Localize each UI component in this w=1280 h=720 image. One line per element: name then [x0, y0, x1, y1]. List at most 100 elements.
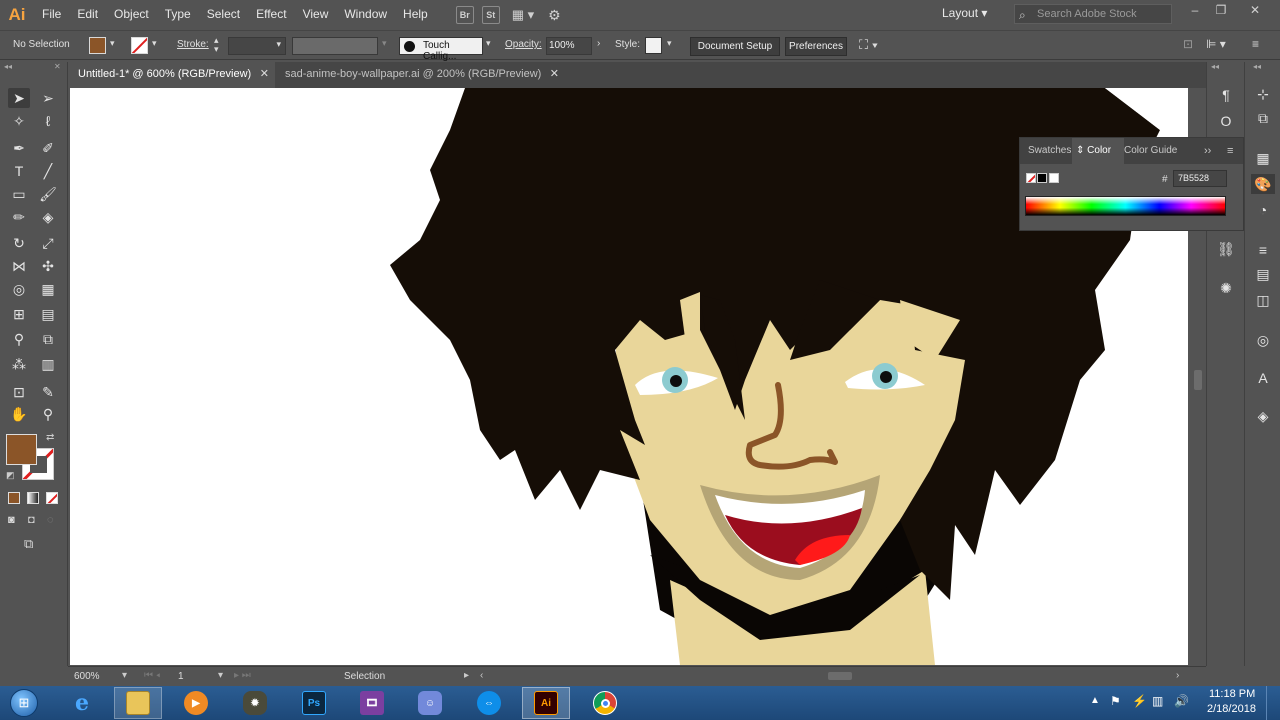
default-fill-stroke-icon[interactable]: ◩	[6, 470, 15, 481]
slice-tool-icon[interactable]: ✎	[37, 382, 59, 402]
workspace-switcher[interactable]: Layout ▾	[942, 6, 987, 20]
isolate-icon[interactable]: ⊡	[1183, 37, 1193, 51]
status-menu-arrow[interactable]: ▸	[464, 670, 469, 681]
close-tab-icon[interactable]: ✕	[260, 62, 269, 87]
artboard-number[interactable]: 1	[178, 671, 184, 682]
taskbar-video-editor[interactable]: 🎞	[348, 687, 396, 719]
cc-libraries-icon[interactable]: ◎	[1251, 330, 1275, 350]
pen-tool-icon[interactable]: ✒	[8, 138, 30, 158]
stroke-label[interactable]: Stroke:	[177, 39, 209, 50]
minimize-button[interactable]: –	[1184, 3, 1206, 21]
draw-inside-icon[interactable]: ◌	[47, 514, 54, 526]
zoom-dropdown-icon[interactable]: ▾	[122, 670, 127, 681]
last-artboard-icon[interactable]: ▸ ⏭	[234, 670, 251, 681]
first-artboard-icon[interactable]: ⏮ ◂	[144, 670, 160, 681]
appearance-panel-icon[interactable]: ✺	[1214, 278, 1238, 298]
menu-view[interactable]: View	[295, 0, 337, 30]
gradient-panel-icon[interactable]: ▤	[1251, 264, 1275, 284]
layers-panel-icon[interactable]: ◈	[1251, 406, 1275, 426]
type-tool-icon[interactable]: T	[8, 161, 30, 181]
hex-value-field[interactable]: 7B5528	[1173, 170, 1227, 187]
taskbar-media-player[interactable]: ▶	[172, 687, 220, 719]
change-screen-mode-icon[interactable]: ⧉	[24, 536, 33, 552]
stock-search-input[interactable]: ⌕ Search Adobe Stock	[1014, 4, 1172, 24]
menu-object[interactable]: Object	[106, 0, 157, 30]
style-swatch[interactable]	[645, 37, 662, 54]
pencil-tool-icon[interactable]: ✏	[8, 207, 30, 227]
stroke-panel-icon[interactable]: ≡	[1251, 240, 1275, 260]
puppet-warp-tool-icon[interactable]: ✣	[37, 256, 59, 276]
shape-builder-tool-icon[interactable]: ◎	[8, 279, 30, 299]
scroll-left-icon[interactable]: ‹	[480, 670, 483, 681]
arrange-documents-icon[interactable]: ▦ ▾	[512, 7, 534, 23]
scroll-right-icon[interactable]: ›	[1176, 670, 1179, 681]
perspective-grid-tool-icon[interactable]: ▦	[37, 279, 59, 299]
color-guide-icon[interactable]: ◔	[1251, 200, 1275, 220]
transform-panel-icon[interactable]: ⊹	[1251, 84, 1275, 104]
taskbar-illustrator[interactable]: Ai	[522, 687, 570, 719]
direct-selection-tool-icon[interactable]: ➢	[37, 88, 59, 108]
color-panel-icon[interactable]: 🎨	[1251, 174, 1275, 194]
bridge-button[interactable]: Br	[455, 6, 474, 24]
clock-date[interactable]: 2/18/2018	[1207, 703, 1256, 715]
swatch-libraries-icon[interactable]: ▦	[1251, 148, 1275, 168]
menu-file[interactable]: File	[34, 0, 69, 30]
opacity-label[interactable]: Opacity:	[505, 39, 542, 50]
black-color-chip[interactable]	[1037, 173, 1047, 183]
select-similar-icon[interactable]: ⛶ ▾	[859, 37, 878, 53]
tab-swatches[interactable]: Swatches	[1028, 138, 1071, 164]
close-tab-icon[interactable]: ✕	[550, 62, 559, 87]
tab-color[interactable]: ⇕ Color	[1072, 138, 1124, 164]
network-icon[interactable]: ▥	[1152, 694, 1163, 708]
column-graph-tool-icon[interactable]: ▥	[37, 354, 59, 374]
opacity-arrow-icon[interactable]: ›	[597, 38, 600, 49]
menu-select[interactable]: Select	[199, 0, 248, 30]
eraser-tool-icon[interactable]: ◈	[37, 207, 59, 227]
clock-time[interactable]: 11:18 PM	[1209, 688, 1255, 700]
character-panel-icon[interactable]: A	[1251, 368, 1275, 388]
rectangle-tool-icon[interactable]: ▭	[8, 184, 30, 204]
menu-type[interactable]: Type	[157, 0, 199, 30]
taskbar-teamviewer[interactable]: ⇔	[465, 687, 513, 719]
width-tool-icon[interactable]: ⋈	[8, 256, 30, 276]
magic-wand-tool-icon[interactable]: ✧	[8, 111, 30, 131]
stroke-stepper[interactable]: ▴ ▾	[214, 36, 219, 54]
panel-menu-icon[interactable]: ≡	[1227, 138, 1233, 164]
paintbrush-tool-icon[interactable]: 🖌	[37, 184, 59, 204]
color-mode-icon[interactable]	[8, 492, 20, 504]
gradient-mode-icon[interactable]	[27, 492, 39, 504]
swap-fill-stroke-icon[interactable]: ⇄	[46, 432, 54, 443]
taskbar-file-explorer[interactable]	[114, 687, 162, 719]
restore-button[interactable]: ❐	[1210, 3, 1232, 21]
taskbar-game-app[interactable]: ✹	[231, 687, 279, 719]
action-center-icon[interactable]: ⚑	[1110, 694, 1121, 708]
collapse-toolbar-icon[interactable]: ◂◂	[4, 62, 12, 71]
close-toolbar-icon[interactable]: ✕	[54, 62, 61, 71]
align-icon[interactable]: ⊫ ▾	[1206, 37, 1226, 51]
power-icon[interactable]: ⚡	[1132, 694, 1147, 708]
draw-behind-icon[interactable]: ◘	[28, 514, 35, 526]
fill-dropdown-icon[interactable]: ▾	[110, 38, 115, 49]
artboard-dropdown-icon[interactable]: ▾	[218, 670, 223, 681]
stock-button[interactable]: St	[481, 6, 500, 24]
preferences-button[interactable]: Preferences	[785, 37, 847, 56]
links-panel-icon[interactable]: ⛓	[1214, 239, 1238, 259]
taskbar-internet-explorer[interactable]: e	[58, 687, 106, 719]
blend-tool-icon[interactable]: ⧉	[37, 329, 59, 349]
none-color-chip[interactable]	[1026, 173, 1036, 183]
horizontal-scrollbar-thumb[interactable]	[828, 672, 852, 680]
gradient-tool-icon[interactable]: ▤	[37, 304, 59, 324]
paragraph-panel-icon[interactable]: ¶	[1214, 85, 1238, 105]
curvature-tool-icon[interactable]: ✐	[37, 138, 59, 158]
stroke-dropdown-icon[interactable]: ▾	[152, 38, 157, 49]
taskbar-photoshop[interactable]: Ps	[290, 687, 338, 719]
menu-help[interactable]: Help	[395, 0, 436, 30]
tab-color-guide[interactable]: Color Guide	[1124, 138, 1177, 164]
volume-icon[interactable]: 🔊	[1174, 694, 1189, 708]
show-hidden-icons[interactable]: ▲	[1090, 695, 1100, 706]
mesh-tool-icon[interactable]: ⊞	[8, 304, 30, 324]
color-spectrum-bar[interactable]	[1025, 196, 1226, 216]
selection-tool-icon[interactable]: ➤	[8, 88, 30, 108]
white-color-chip[interactable]	[1049, 173, 1059, 183]
eyedropper-tool-icon[interactable]: ⚲	[8, 329, 30, 349]
